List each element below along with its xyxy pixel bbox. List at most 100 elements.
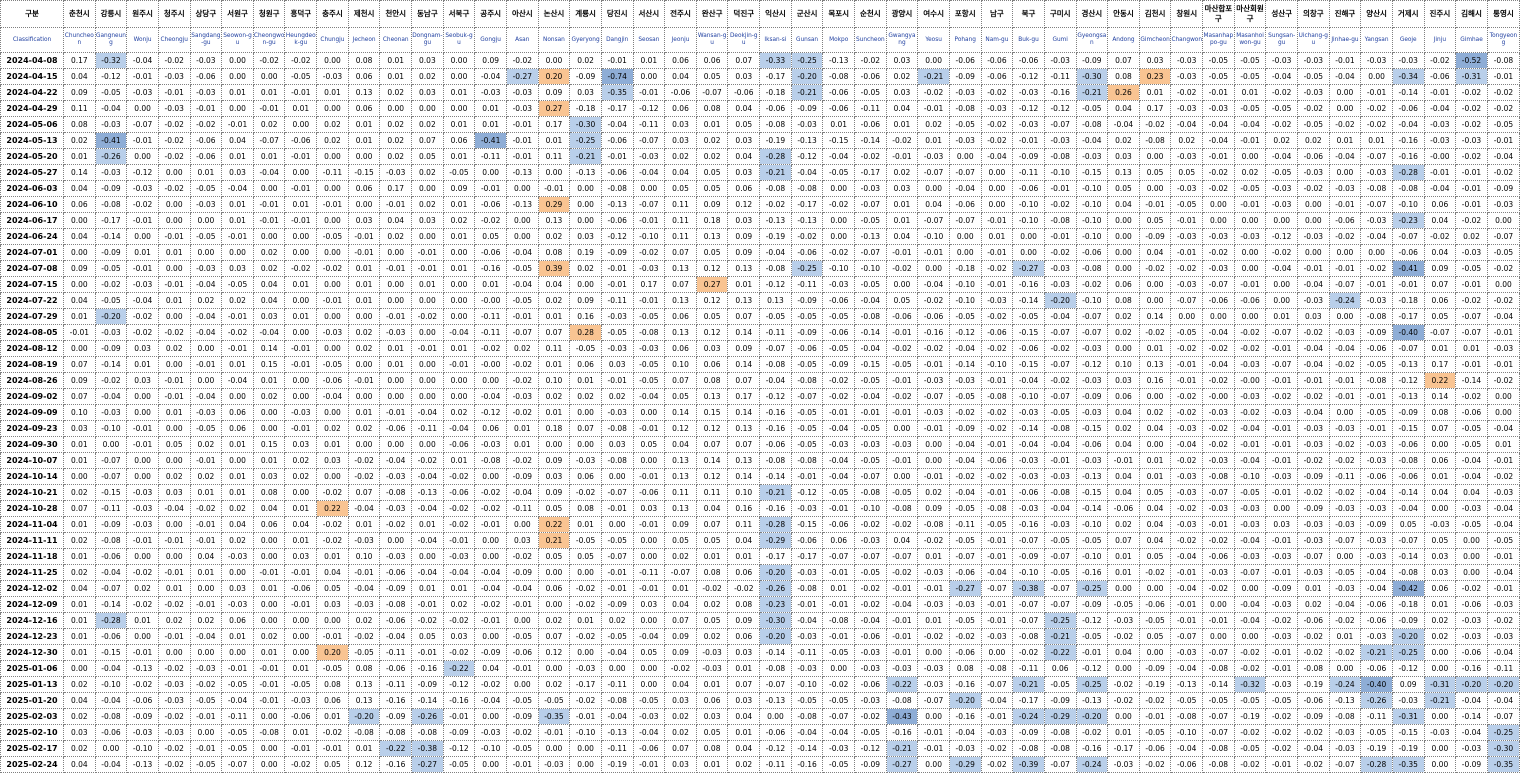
table-cell: 0.05 xyxy=(1138,628,1172,645)
table-cell: -0.06 xyxy=(600,212,634,229)
table-cell: 0.02 xyxy=(537,612,571,629)
table-cell: -0.03 xyxy=(1265,196,1298,213)
table-cell: -0.04 xyxy=(1043,308,1077,325)
row-date: 2024-11-18 xyxy=(0,548,64,565)
table-cell: -0.05 xyxy=(189,420,223,437)
table-cell: -0.06 xyxy=(442,484,476,501)
table-cell: 0.00 xyxy=(1138,388,1172,405)
table-cell: 0.01 xyxy=(284,276,318,293)
table-cell: -0.06 xyxy=(759,436,792,453)
table-row: 2025-01-06 0.00 -0.04 -0.13 -0.02 -0.03 -0.01-… xyxy=(0,660,1520,677)
table-cell: -0.14 xyxy=(1012,420,1045,437)
table-cell: 0.00 xyxy=(1138,180,1172,197)
table-cell: -0.07 xyxy=(917,212,950,229)
table-cell: -0.03 xyxy=(1202,564,1235,581)
table-cell: -0.06 xyxy=(1296,148,1330,165)
table-cell: -0.04 xyxy=(94,564,128,581)
table-cell: 0.00 xyxy=(189,212,223,229)
table-cell: 0.04 xyxy=(1423,244,1457,261)
table-cell: -0.07 xyxy=(885,548,919,565)
table-cell: -0.19 xyxy=(1296,676,1330,693)
table-cell: -0.02 xyxy=(822,196,856,213)
table-cell: -0.06 xyxy=(790,532,824,549)
table-cell: -0.02 xyxy=(1170,84,1204,101)
table-cell: -0.01 xyxy=(1075,644,1109,661)
table-cell: -0.07 xyxy=(1043,324,1077,341)
table-cell: 0.00 xyxy=(537,52,571,69)
table-cell: -0.04 xyxy=(1202,132,1235,149)
table-cell: -0.04 xyxy=(632,628,666,645)
table-cell: -0.03 xyxy=(1075,148,1109,165)
table-cell: -0.20 xyxy=(790,68,824,85)
table-cell: -0.04 xyxy=(94,100,128,117)
table-cell: 0.16 xyxy=(727,500,761,517)
table-cell: 0.00 xyxy=(316,468,349,485)
row-date: 2024-12-30 xyxy=(0,644,64,661)
table-cell: 0.05 xyxy=(695,532,729,549)
table-cell: -0.03 xyxy=(126,180,159,197)
table-cell: -0.02 xyxy=(411,452,444,469)
table-cell: 0.02 xyxy=(1107,132,1140,149)
table-cell: -0.24 xyxy=(1328,292,1362,309)
table-cell: -0.10 xyxy=(1012,388,1045,405)
table-cell: 0.10 xyxy=(664,356,697,373)
table-cell: 0.02 xyxy=(917,116,950,133)
table-cell: -0.03 xyxy=(1233,548,1267,565)
table-cell: 0.02 xyxy=(1170,132,1204,149)
table-cell: -0.04 xyxy=(1296,404,1330,421)
table-cell: 0.02 xyxy=(695,596,729,613)
table-cell: 0.00 xyxy=(505,612,539,629)
table-cell: 0.00 xyxy=(63,244,96,261)
table-cell: -0.06 xyxy=(1360,612,1393,629)
table-cell: -0.05 xyxy=(1296,68,1330,85)
table-cell: -0.05 xyxy=(1202,692,1235,709)
table-cell: -0.29 xyxy=(948,756,982,773)
table-cell: -0.04 xyxy=(379,452,413,469)
table-cell: 0.04 xyxy=(1423,484,1457,501)
table-cell: 0.09 xyxy=(537,484,571,501)
column-header-en: Jecheon xyxy=(347,27,381,53)
table-cell: -0.08 xyxy=(980,500,1014,517)
table-cell: 0.06 xyxy=(569,356,602,373)
table-cell: 0.02 xyxy=(1423,628,1457,645)
column-header-ko: 거제시 xyxy=(1391,0,1425,28)
table-cell: -0.06 xyxy=(980,68,1014,85)
table-cell: 0.04 xyxy=(1138,420,1172,437)
table-row: 2024-07-01 0.00 -0.09 0.01 0.01 0.00 0.00 0.02 0… xyxy=(0,244,1520,261)
table-cell: -0.02 xyxy=(569,628,602,645)
table-cell: 0.03 xyxy=(727,644,761,661)
table-cell: -0.02 xyxy=(1233,340,1267,357)
table-cell: -0.10 xyxy=(1075,228,1109,245)
table-cell: 0.03 xyxy=(537,468,571,485)
table-cell: -0.14 xyxy=(1391,484,1425,501)
table-cell: 0.00 xyxy=(411,436,444,453)
table-cell: 0.07 xyxy=(1423,420,1457,437)
table-cell: 0.09 xyxy=(569,292,602,309)
table-cell: 0.02 xyxy=(63,676,96,693)
table-cell: -0.02 xyxy=(1455,148,1488,165)
table-cell: -0.03 xyxy=(600,404,634,421)
table-cell: -0.04 xyxy=(1202,116,1235,133)
table-cell: 0.01 xyxy=(727,548,761,565)
table-cell: -0.03 xyxy=(1043,52,1077,69)
table-cell: -0.08 xyxy=(632,324,666,341)
table-cell: 0.05 xyxy=(157,436,191,453)
table-cell: 0.01 xyxy=(1423,468,1457,485)
table-cell: -0.03 xyxy=(1423,116,1457,133)
table-cell: 0.02 xyxy=(1423,612,1457,629)
table-cell: -0.14 xyxy=(1012,292,1045,309)
table-row: 2024-08-19 0.07 -0.14 0.01 0.00 -0.01 0.01 0.15… xyxy=(0,356,1520,373)
table-cell: -0.03 xyxy=(1012,468,1045,485)
table-cell: -0.16 xyxy=(948,676,982,693)
table-cell: -0.02 xyxy=(822,388,856,405)
table-cell: -0.04 xyxy=(1170,436,1204,453)
table-cell: -0.30 xyxy=(1075,68,1109,85)
table-cell: -0.02 xyxy=(505,452,539,469)
table-cell: 0.03 xyxy=(727,68,761,85)
table-cell: -0.04 xyxy=(1012,372,1045,389)
table-cell: 0.17 xyxy=(727,388,761,405)
table-cell: 0.29 xyxy=(537,196,571,213)
table-cell: 0.00 xyxy=(474,372,507,389)
table-cell: 0.04 xyxy=(63,180,96,197)
column-header-en: Asan xyxy=(505,27,539,53)
